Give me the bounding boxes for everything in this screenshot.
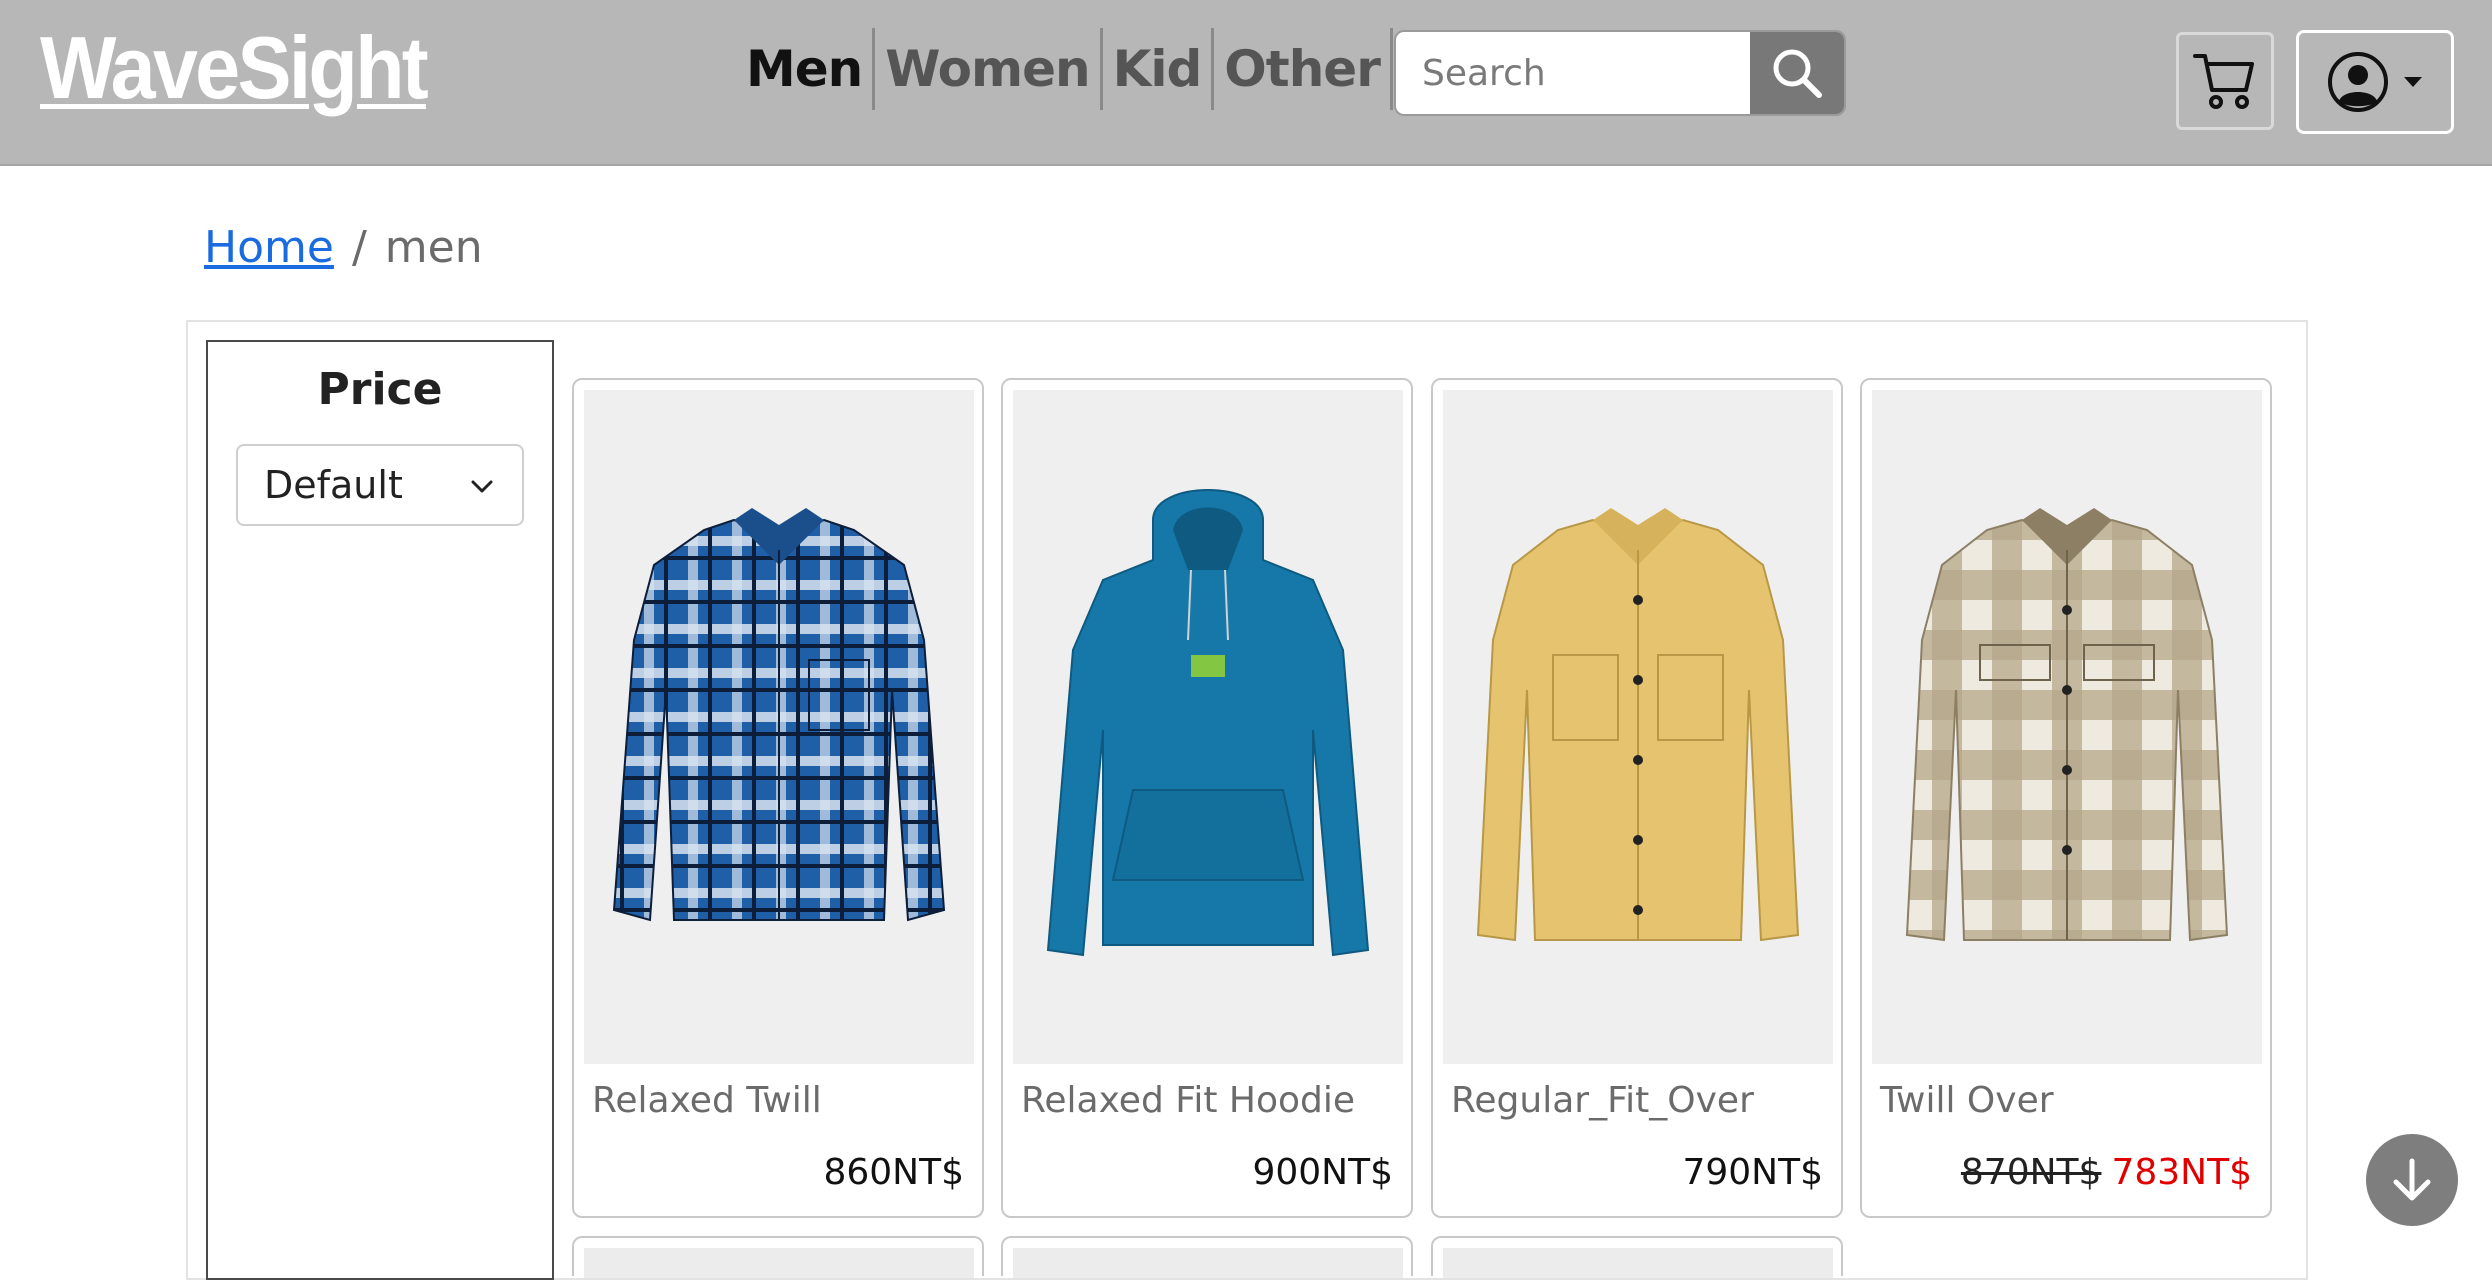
chevron-down-icon — [471, 480, 493, 493]
product-card-partial[interactable] — [1001, 1236, 1413, 1278]
price-sort-value: Default — [264, 463, 403, 507]
product-price: 870NT$ 783NT$ — [1961, 1152, 2252, 1193]
top-navbar: WaveSight Men Women Kid Other — [0, 0, 2492, 166]
product-name[interactable]: Relaxed Twill — [592, 1080, 822, 1121]
filter-title: Price — [317, 364, 443, 415]
breadcrumb-home-link[interactable]: Home — [204, 222, 334, 273]
product-card-partial[interactable] — [1431, 1236, 1843, 1278]
breadcrumb: Home / men — [204, 222, 483, 273]
search-button[interactable] — [1750, 32, 1844, 114]
product-card[interactable]: Regular_Fit_Over 790NT$ — [1431, 378, 1843, 1218]
product-image[interactable] — [1443, 390, 1833, 1064]
sale-price: 783NT$ — [2111, 1152, 2252, 1193]
product-image[interactable] — [1872, 390, 2262, 1064]
search-input[interactable] — [1396, 32, 1788, 114]
category-nav: Men Women Kid Other — [736, 28, 1393, 110]
cart-button[interactable] — [2176, 32, 2274, 130]
product-card[interactable]: Relaxed Fit Hoodie 900NT$ — [1001, 378, 1413, 1218]
product-name[interactable]: Regular_Fit_Over — [1451, 1080, 1754, 1121]
product-price: 900NT$ — [1252, 1152, 1393, 1193]
product-name[interactable]: Twill Over — [1880, 1080, 2054, 1121]
product-name[interactable]: Relaxed Fit Hoodie — [1021, 1080, 1355, 1121]
price-value: 860NT$ — [823, 1152, 964, 1193]
hoodie-image — [1046, 489, 1370, 957]
filter-sidebar: Price Default — [206, 340, 554, 1280]
user-menu-button[interactable] — [2296, 30, 2454, 134]
cart-icon — [2193, 54, 2254, 109]
product-image[interactable] — [1013, 390, 1403, 1064]
product-card[interactable]: Twill Over 870NT$ 783NT$ — [1860, 378, 2272, 1218]
breadcrumb-current: men — [384, 222, 483, 273]
price-value: 900NT$ — [1252, 1152, 1393, 1193]
nav-women[interactable]: Women — [875, 28, 1103, 110]
product-image[interactable] — [584, 390, 974, 1064]
user-icon — [2328, 52, 2388, 112]
arrow-down-icon — [2393, 1158, 2431, 1201]
price-sort-select[interactable]: Default — [236, 444, 524, 526]
product-card[interactable]: Relaxed Twill 860NT$ — [572, 378, 984, 1218]
caret-down-icon — [2404, 77, 2422, 87]
breadcrumb-separator: / — [351, 222, 367, 273]
overshirt-image — [1476, 508, 1800, 942]
shirt-image — [612, 508, 946, 922]
search-icon — [1773, 49, 1822, 98]
nav-men[interactable]: Men — [736, 28, 876, 110]
check-shirt-image — [1905, 508, 2229, 942]
nav-other[interactable]: Other — [1214, 28, 1393, 110]
product-card-partial[interactable] — [572, 1236, 984, 1278]
nav-kid[interactable]: Kid — [1103, 28, 1215, 110]
scroll-down-button[interactable] — [2366, 1134, 2458, 1226]
product-price: 790NT$ — [1682, 1152, 1823, 1193]
original-price: 870NT$ — [1960, 1152, 2102, 1193]
product-price: 860NT$ — [823, 1152, 964, 1193]
price-value: 790NT$ — [1682, 1152, 1823, 1193]
site-logo[interactable]: WaveSight — [40, 24, 429, 112]
search-bar — [1394, 30, 1846, 116]
